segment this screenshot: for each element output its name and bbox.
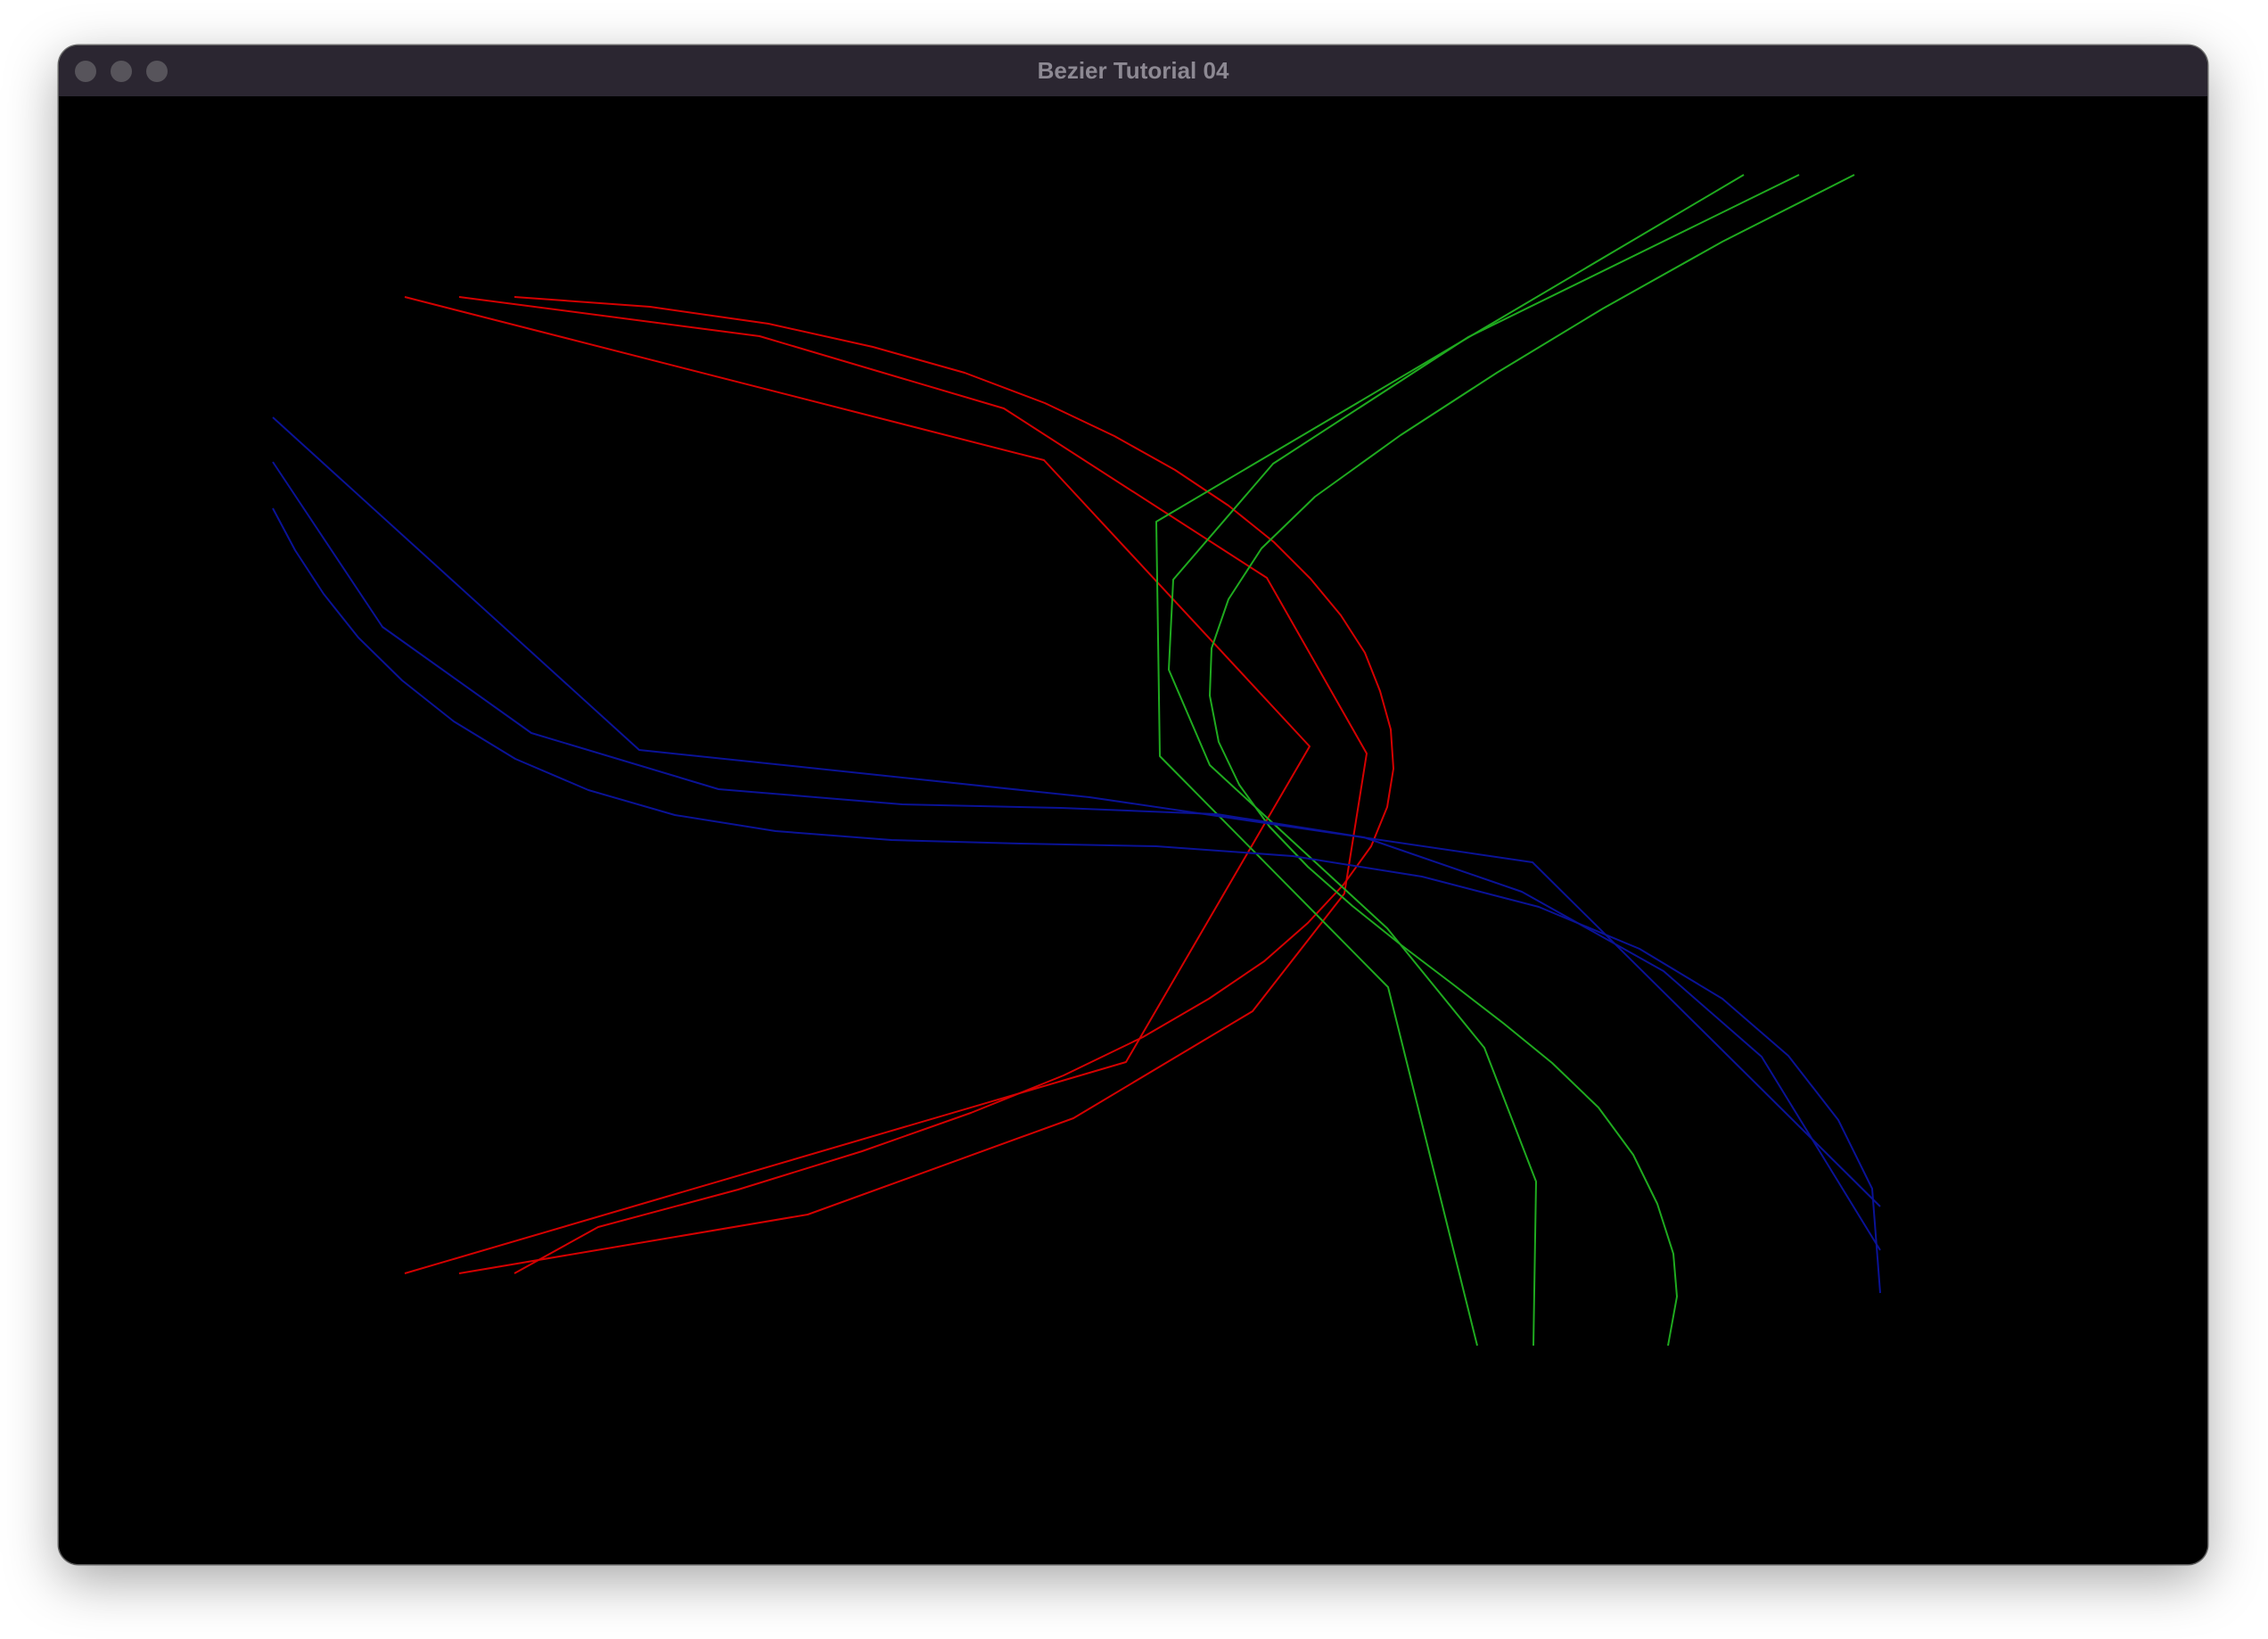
blue-refined-polyline xyxy=(272,461,1881,1251)
title-bar[interactable]: Bezier Tutorial 04 xyxy=(59,45,2207,97)
blue-control-polygon xyxy=(272,416,1881,1207)
window-title: Bezier Tutorial 04 xyxy=(1037,57,1229,84)
app-window: Bezier Tutorial 04 xyxy=(59,45,2207,1564)
red-bezier-curve xyxy=(514,296,1394,1274)
bezier-drawing xyxy=(272,174,1881,1347)
green-refined-polyline xyxy=(1168,174,1800,1347)
green-control-polygon xyxy=(1155,174,1745,1347)
red-control-polygon xyxy=(404,296,1311,1274)
drawing-canvas[interactable] xyxy=(59,96,2207,1564)
blue-bezier-curve xyxy=(272,507,1881,1294)
